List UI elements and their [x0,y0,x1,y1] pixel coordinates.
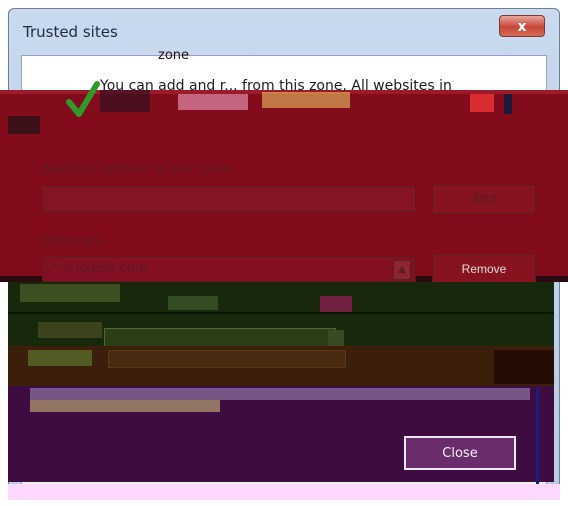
window-close-button[interactable]: x [499,15,545,37]
info-text-line2: zone [158,48,190,63]
websites-list[interactable]: *.sciquest.com ▲ [42,256,416,282]
title-bar: Trusted sites x [9,9,559,55]
list-item[interactable]: *.sciquest.com [51,261,147,276]
websites-label: Websites: [42,234,105,249]
checkmark-icon [66,81,100,117]
scroll-up-icon[interactable]: ▲ [393,260,411,280]
glitch-line [536,388,539,498]
close-dialog-button[interactable]: Close [404,436,516,470]
add-website-input[interactable] [42,186,416,212]
remove-button[interactable]: Remove [432,254,536,284]
add-button[interactable]: Add [432,184,536,214]
bottom-bar [8,484,560,500]
zone-options-strip [8,346,554,388]
close-icon: x [517,19,527,35]
window-title: Trusted sites [23,23,118,41]
options-panel [8,282,554,348]
add-website-label: Add this website to the zone: [42,162,232,177]
